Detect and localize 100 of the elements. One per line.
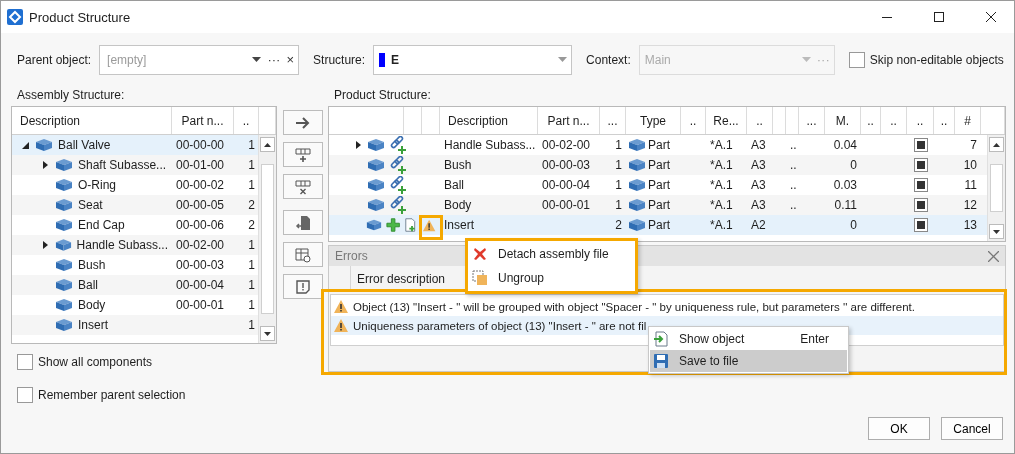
close-icon[interactable] [988,250,999,262]
menu-item[interactable]: Save to file [650,350,847,372]
format: A3 [750,138,767,152]
grid-row[interactable]: Body 00-00-01 1 Part *A.1 A3 .. 0.11 12 [329,195,987,215]
part-number: 00-00-05 [175,198,226,212]
warning-icon [333,299,349,314]
tree-row[interactable]: Insert 1 [12,315,258,335]
column-header[interactable]: ... [600,107,626,134]
expanded-triangle-icon[interactable] [22,141,29,149]
scroll-down-button[interactable] [260,326,275,341]
description: Handle Subass... [443,138,537,152]
checkbox[interactable] [913,138,928,152]
export-button[interactable] [282,210,323,235]
quantity: 1 [247,178,256,192]
column-header[interactable]: ... [799,107,825,134]
parent-object-field[interactable]: [empty] ··· × [99,44,300,75]
column-header[interactable]: Part n... [538,107,600,134]
box-icon [35,138,53,152]
checkbox[interactable] [913,178,928,192]
scroll-up-button[interactable] [989,137,1004,152]
collapsed-triangle-icon[interactable] [42,241,49,249]
browse-button[interactable]: ··· [267,52,281,67]
part-number: 00-00-06 [175,218,226,232]
column-header[interactable]: Description [12,107,172,134]
box-icon [55,318,73,332]
checkbox-label: Skip non-editable objects [869,52,1004,67]
tree-row[interactable]: Shaft Subasse... 00-01-00 1 [12,155,258,175]
structure-dropdown[interactable]: E [373,44,573,75]
column-header[interactable]: .. [681,107,706,134]
checkbox[interactable] [17,354,33,370]
column-header[interactable]: .. [881,107,907,134]
collapsed-triangle-icon[interactable] [355,141,362,149]
alert-button[interactable] [282,274,323,299]
column-header[interactable]: M. [825,107,861,134]
checkbox[interactable] [848,51,865,68]
mass: 0.04 [832,138,858,152]
column-header[interactable]: Re... [706,107,747,134]
column-header[interactable]: .. [907,107,934,134]
collapsed-triangle-icon[interactable] [42,161,49,169]
column-header[interactable]: .. [234,107,259,134]
field-label: Context: [586,52,631,67]
column-header[interactable]: .. [861,107,881,134]
box-icon [367,158,385,172]
checkbox[interactable] [17,387,33,403]
box-icon [55,178,73,192]
tree-row[interactable]: Ball 00-00-04 1 [12,275,258,295]
view-button[interactable] [282,242,323,267]
app-logo-icon [7,9,23,25]
scrollbar[interactable] [258,135,276,343]
ok-button[interactable]: OK [868,417,930,440]
scroll-up-button[interactable] [260,137,275,152]
checkbox[interactable] [913,158,928,172]
part-number: 00-00-04 [175,278,226,292]
flag-text: .. [789,178,798,192]
tree-row[interactable]: Ball Valve 00-00-00 1 [12,135,258,155]
clear-button[interactable]: × [286,52,295,67]
column-header[interactable]: Error description [351,272,446,286]
row-number: 12 [962,198,978,212]
type-label: Part [648,138,670,152]
item-name: Body [78,298,106,312]
box-icon [55,258,73,272]
remove-row-button[interactable] [282,174,323,199]
column-header[interactable]: Part n... [172,107,234,134]
description: Insert [443,218,475,232]
box-icon [55,298,73,312]
quantity: 1 [614,178,623,192]
table-eye-icon [293,246,312,263]
menu-item[interactable]: Detach assembly file [469,242,634,266]
column-header[interactable]: Description [440,107,538,134]
item-name: Shaft Subasse... [78,158,167,172]
quantity: 1 [247,238,256,252]
add-button[interactable] [282,110,323,135]
dropdown-caret-icon [252,57,262,62]
menu-item[interactable]: Ungroup [469,266,634,290]
mass: 0.11 [833,198,858,212]
column-header[interactable]: # [955,107,981,134]
table-plus-icon [293,146,312,163]
revision: *A.1 [709,138,734,152]
checkbox[interactable] [913,218,928,232]
box-icon [55,218,73,232]
tree-row[interactable]: Seat 00-00-05 2 [12,195,258,215]
scroll-down-button[interactable] [989,224,1004,239]
item-name: Ball Valve [58,138,111,152]
link-plus-icon [389,156,407,174]
cancel-button[interactable]: Cancel [941,417,1003,440]
flag-text: .. [789,138,798,152]
column-header[interactable]: .. [747,107,773,134]
grid-row[interactable]: Insert 2 Part *A.1 A2 0 13 [329,215,987,235]
tree-row[interactable]: Handle Subass... 00-02-00 1 [12,235,258,255]
description: Bush [443,158,473,172]
column-header[interactable]: .. [934,107,955,134]
add-row-button[interactable] [282,142,323,167]
up-arrow-icon [264,142,271,147]
grid-row[interactable]: Bush 00-00-03 1 Part *A.1 A3 .. 0 10 [329,155,987,175]
minimize-icon [882,16,892,18]
document-plus-icon [404,217,418,233]
checkbox[interactable] [913,198,928,212]
flag-text: .. [789,198,798,212]
column-header[interactable]: Type [626,107,681,134]
scrollbar[interactable] [987,135,1005,241]
